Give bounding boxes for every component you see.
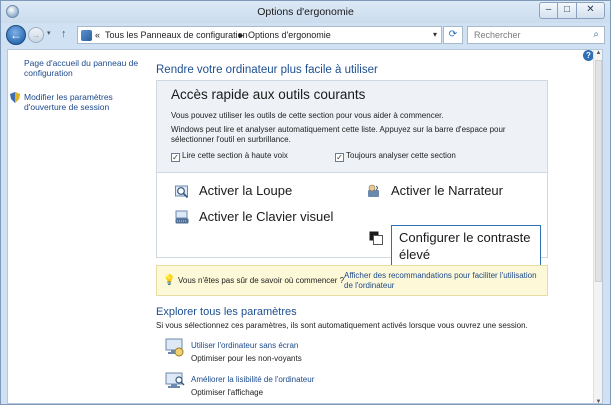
recent-pages-dropdown-icon[interactable]: ▾ (47, 29, 51, 37)
quick-access-box: Accès rapide aux outils courants Vous po… (156, 80, 548, 269)
read-aloud-checkbox-box[interactable]: ✓ (171, 153, 180, 162)
navigation-bar: ← → ▾ ↑ « Tous les Panneaux de configura… (1, 23, 610, 47)
read-aloud-checkbox[interactable]: ✓ Lire cette section à haute voix (171, 151, 288, 162)
up-level-button[interactable]: ↑ (61, 28, 67, 40)
improve-readability-subtitle: Optimiser l'affichage (191, 388, 264, 397)
use-without-display-subtitle: Optimiser pour les non-voyants (191, 354, 302, 363)
screen-reader-settings-icon (165, 338, 184, 357)
sidebar: Page d'accueil du panneau de configurati… (8, 50, 146, 403)
content-pane: Page d'accueil du panneau de configurati… (7, 49, 603, 404)
vertical-scrollbar[interactable]: ▲ ▼ (593, 50, 602, 403)
close-button[interactable]: ✕ (577, 2, 605, 19)
title-bar[interactable]: Options d'ergonomie – □ ✕ (1, 1, 610, 23)
back-button[interactable]: ← (6, 25, 26, 45)
explore-heading: Explorer tous les paramètres (156, 306, 297, 318)
refresh-button[interactable]: ⟳ (443, 26, 463, 44)
address-bar[interactable]: « Tous les Panneaux de configuration ▸ O… (77, 26, 442, 44)
breadcrumb-ease-of-access[interactable]: Options d'ergonomie (248, 30, 331, 40)
explore-description: Si vous sélectionnez ces paramètres, ils… (156, 321, 528, 330)
quick-access-title: Accès rapide aux outils courants (171, 87, 366, 102)
breadcrumb-separator-icon[interactable]: ▸ (239, 30, 244, 41)
maximize-button[interactable]: □ (558, 2, 577, 19)
always-scan-checkbox-box[interactable]: ✓ (335, 153, 344, 162)
high-contrast-link[interactable]: Configurer le contraste élevé (399, 229, 541, 263)
use-without-display-link[interactable]: Utiliser l'ordinateur sans écran (191, 341, 298, 350)
quick-access-intro: Vous pouvez utiliser les outils de cette… (171, 111, 444, 120)
search-box[interactable]: Rechercher ⌕ (467, 26, 605, 44)
on-screen-keyboard-link[interactable]: Activer le Clavier visuel (199, 209, 333, 224)
improve-readability-link[interactable]: Améliorer la lisibilité de l'ordinateur (191, 375, 314, 384)
scroll-up-icon[interactable]: ▲ (595, 50, 602, 56)
tip-question: Vous n'êtes pas sûr de savoir où commenc… (178, 276, 345, 285)
high-contrast-icon (369, 231, 383, 245)
sidebar-item-control-panel-home[interactable]: Page d'accueil du panneau de configurati… (24, 58, 142, 78)
scrollbar-thumb[interactable] (595, 60, 602, 282)
breadcrumb-overflow[interactable]: « (95, 30, 100, 40)
magnifier-link[interactable]: Activer la Loupe (199, 183, 292, 198)
control-panel-window: Options d'ergonomie – □ ✕ ← → ▾ ↑ « Tous… (0, 0, 611, 405)
magnifier-icon (175, 185, 189, 199)
window-title: Options d'ergonomie (257, 6, 354, 18)
quick-access-explanation: Windows peut lire et analyser automatiqu… (171, 125, 506, 144)
scroll-down-icon[interactable]: ▼ (595, 399, 602, 403)
quick-access-header: Accès rapide aux outils courants Vous po… (157, 81, 547, 173)
main-panel: Rendre votre ordinateur plus facile à ut… (148, 50, 596, 403)
search-icon[interactable]: ⌕ (593, 29, 599, 40)
shield-icon (10, 92, 20, 103)
minimize-button[interactable]: – (539, 2, 558, 19)
sidebar-item-logon-settings[interactable]: Modifier les paramètres d'ouverture de s… (24, 92, 142, 112)
page-title: Rendre votre ordinateur plus facile à ut… (156, 64, 378, 76)
control-panel-icon (81, 30, 92, 41)
recommendations-link[interactable]: Afficher des recommandations pour facili… (344, 271, 544, 291)
read-aloud-checkbox-label: Lire cette section à haute voix (182, 151, 288, 160)
breadcrumb-all-control-panels[interactable]: Tous les Panneaux de configuration (105, 30, 248, 40)
always-scan-checkbox-label: Toujours analyser cette section (346, 151, 456, 160)
forward-button[interactable]: → (28, 27, 44, 43)
always-scan-checkbox[interactable]: ✓ Toujours analyser cette section (335, 151, 456, 162)
search-placeholder: Rechercher (474, 30, 521, 40)
lightbulb-icon: 💡 (163, 275, 176, 286)
address-dropdown-icon[interactable]: ▾ (433, 30, 437, 39)
narrator-icon (368, 184, 379, 197)
recommendation-tip: 💡 Vous n'êtes pas sûr de savoir où comme… (156, 265, 548, 296)
display-settings-icon (165, 372, 185, 388)
narrator-link[interactable]: Activer le Narrateur (391, 183, 503, 198)
on-screen-keyboard-icon (175, 210, 189, 224)
